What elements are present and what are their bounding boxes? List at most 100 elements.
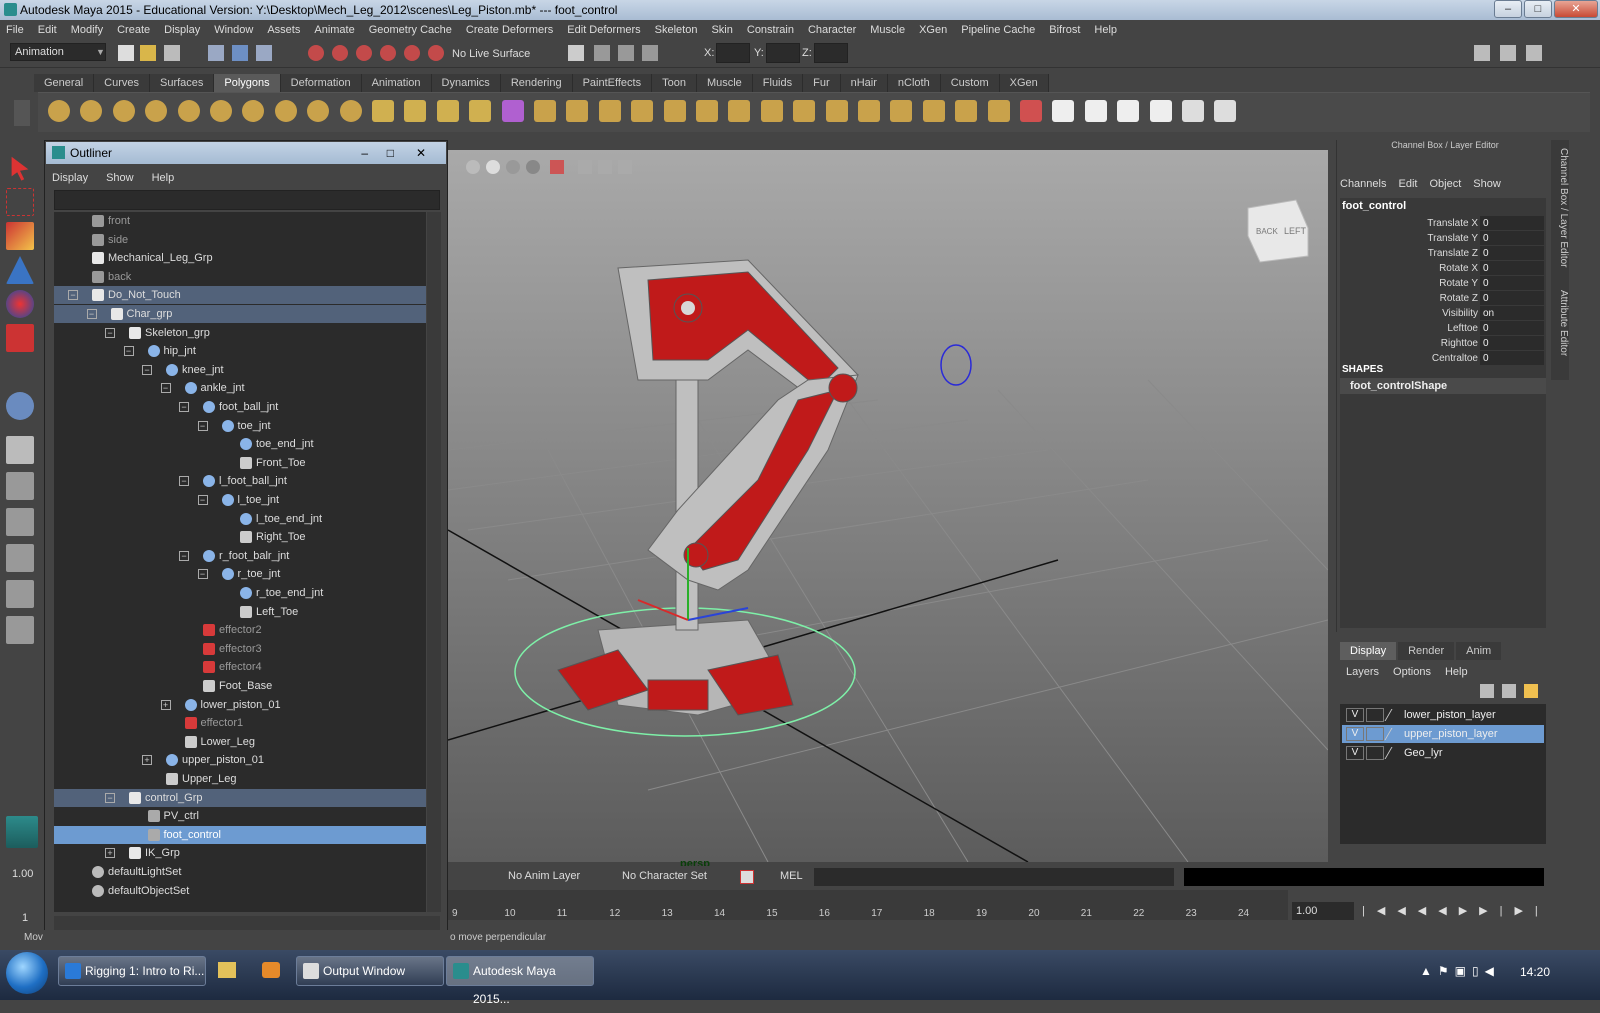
channel-value-field[interactable]: 0 [1480,216,1544,230]
sculpt-geometry-icon[interactable] [1020,100,1042,122]
menu-pipeline-cache[interactable]: Pipeline Cache [961,24,1035,36]
outliner-node-mechanical-leg-grp[interactable]: Mechanical_Leg_Grp [54,249,426,267]
outliner-node-front[interactable]: front [54,212,426,230]
layer-tab-render[interactable]: Render [1398,642,1455,660]
shelf-tab-fur[interactable]: Fur [803,74,841,92]
menu-edit-deformers[interactable]: Edit Deformers [567,24,640,36]
shelf-tab-curves[interactable]: Curves [94,74,150,92]
menu-assets[interactable]: Assets [267,24,300,36]
outliner-node-r-toe-end-jnt[interactable]: r_toe_end_jnt [54,584,426,602]
separate-icon[interactable] [404,100,427,122]
channel-box-menu-edit[interactable]: Edit [1398,178,1417,194]
layer-visibility-toggle[interactable]: V [1346,708,1364,722]
layer-row-geo-lyr[interactable]: V Geo_lyr [1342,744,1544,762]
planar-mapping-icon[interactable] [1084,100,1107,122]
shelf-tab-toon[interactable]: Toon [652,74,697,92]
hypershade-layout-icon[interactable] [6,580,34,608]
layer-visibility-toggle[interactable]: V [1346,746,1364,760]
select-hierarchy-icon[interactable] [208,45,224,61]
outliner-node-l-toe-jnt[interactable]: − l_toe_jnt [54,491,426,509]
layer-menu-options[interactable]: Options [1393,666,1431,680]
menu-skeleton[interactable]: Skeleton [655,24,698,36]
channel-value-field[interactable]: 0 [1480,336,1544,350]
outliner-node-upper-leg[interactable]: Upper_Leg [54,770,426,788]
smooth-shade-icon[interactable] [486,160,500,174]
layer-tab-display[interactable]: Display [1340,642,1397,660]
start-button[interactable] [6,952,48,994]
snap-plane-icon[interactable] [380,45,396,61]
layer-row-upper-piston-layer[interactable]: Vupper_piston_layer [1342,725,1544,743]
shelf-tab-muscle[interactable]: Muscle [696,74,753,92]
menu-xgen[interactable]: XGen [919,24,947,36]
move-tool-icon[interactable] [6,256,34,284]
append-polygon-icon[interactable] [663,100,686,122]
auto-key-icon[interactable] [740,870,754,884]
side-tab-channel-box[interactable]: Channel Box / Layer Editor [1551,148,1569,268]
render-settings-icon[interactable] [642,45,658,61]
outliner-node-knee-jnt[interactable]: − knee_jnt [54,361,426,379]
snap-point-icon[interactable] [356,45,372,61]
viewport-persp[interactable]: BACK LEFT [448,150,1328,862]
lighting-icon[interactable] [526,160,540,174]
menu-muscle[interactable]: Muscle [870,24,905,36]
outliner-node-hip-jnt[interactable]: − hip_jnt [54,342,426,360]
channel-value-field[interactable]: 0 [1480,276,1544,290]
show-hide-channel-box-icon[interactable] [1526,45,1542,61]
layer-menu-help[interactable]: Help [1445,666,1468,680]
taskbar-item-output-window[interactable]: Output Window [296,956,444,986]
texture-checker-icon[interactable] [1214,100,1237,122]
isolate-select-icon[interactable] [550,160,564,174]
outliner-node-side[interactable]: side [54,231,426,249]
outliner-node-upper-piston-01[interactable]: + upper_piston_01 [54,751,426,769]
outliner-filter-field[interactable] [54,190,440,210]
outliner-node-ik-grp[interactable]: + IK_Grp [54,844,426,862]
offset-edge-loop-icon[interactable] [760,100,783,122]
channel-box-menu-object[interactable]: Object [1429,178,1461,194]
outliner-node-right-toe[interactable]: Right_Toe [54,528,426,546]
outliner-node-toe-end-jnt[interactable]: toe_end_jnt [54,435,426,453]
poly-cylinder-icon[interactable] [112,100,135,122]
channel-rotate-x[interactable]: Rotate X0 [1340,261,1546,276]
channel-value-field[interactable]: 0 [1480,231,1544,245]
ipr-render-icon[interactable] [618,45,634,61]
collapse-icon[interactable]: − [86,309,97,319]
outliner-minimize-button[interactable]: – [361,142,368,164]
layer-playback-toggle[interactable] [1366,746,1384,760]
outliner-node-effector2[interactable]: effector2 [54,621,426,639]
channel-value-field[interactable]: 0 [1480,321,1544,335]
menu-create[interactable]: Create [117,24,150,36]
boolean-difference-icon[interactable] [534,100,556,122]
outliner-node-foot-base[interactable]: Foot_Base [54,677,426,695]
channel-value-field[interactable]: 0 [1480,351,1544,365]
current-frame-field[interactable]: 1.00 [1292,902,1354,920]
automatic-mapping-icon[interactable] [1182,100,1204,122]
channel-lefttoe[interactable]: Lefttoe 0 [1340,321,1546,336]
menu-file[interactable]: File [6,24,24,36]
collapse-icon[interactable]: − [179,402,189,412]
collapse-icon[interactable]: − [160,383,171,394]
collapse-icon[interactable]: − [179,476,189,487]
fill-hole-icon[interactable] [631,100,654,122]
close-button[interactable]: ✕ [1554,0,1598,18]
keep-faces-together-icon[interactable] [955,100,978,122]
textured-icon[interactable] [506,160,520,174]
channel-rotate-z[interactable]: Rotate Z0 [1340,291,1546,306]
bridge-icon[interactable] [825,100,848,122]
outliner-node-toe-jnt[interactable]: − toe_jnt [54,417,426,435]
extrude-icon[interactable] [793,100,816,122]
shelf-tab-polygons[interactable]: Polygons [214,74,281,92]
channel-box-menu-show[interactable]: Show [1473,178,1501,194]
outliner-node-lower-piston-01[interactable]: + lower_piston_01 [54,696,426,714]
shelf-tab-painteffects[interactable]: PaintEffects [572,74,653,92]
character-set-dropdown[interactable]: No Character Set [622,870,707,882]
outliner-menu-show[interactable]: Show [106,172,134,188]
outliner-close-button[interactable]: ✕ [416,142,426,164]
z-field[interactable] [814,43,848,63]
extract-icon[interactable] [436,100,459,122]
split-polygon-icon[interactable] [696,100,718,122]
collapse-icon[interactable]: − [197,495,208,505]
shelf-tab-ncloth[interactable]: nCloth [887,74,941,92]
render-view-icon[interactable] [568,45,584,61]
new-scene-icon[interactable] [118,45,134,61]
side-tab-attribute-editor[interactable]: Attribute Editor [1551,290,1569,356]
